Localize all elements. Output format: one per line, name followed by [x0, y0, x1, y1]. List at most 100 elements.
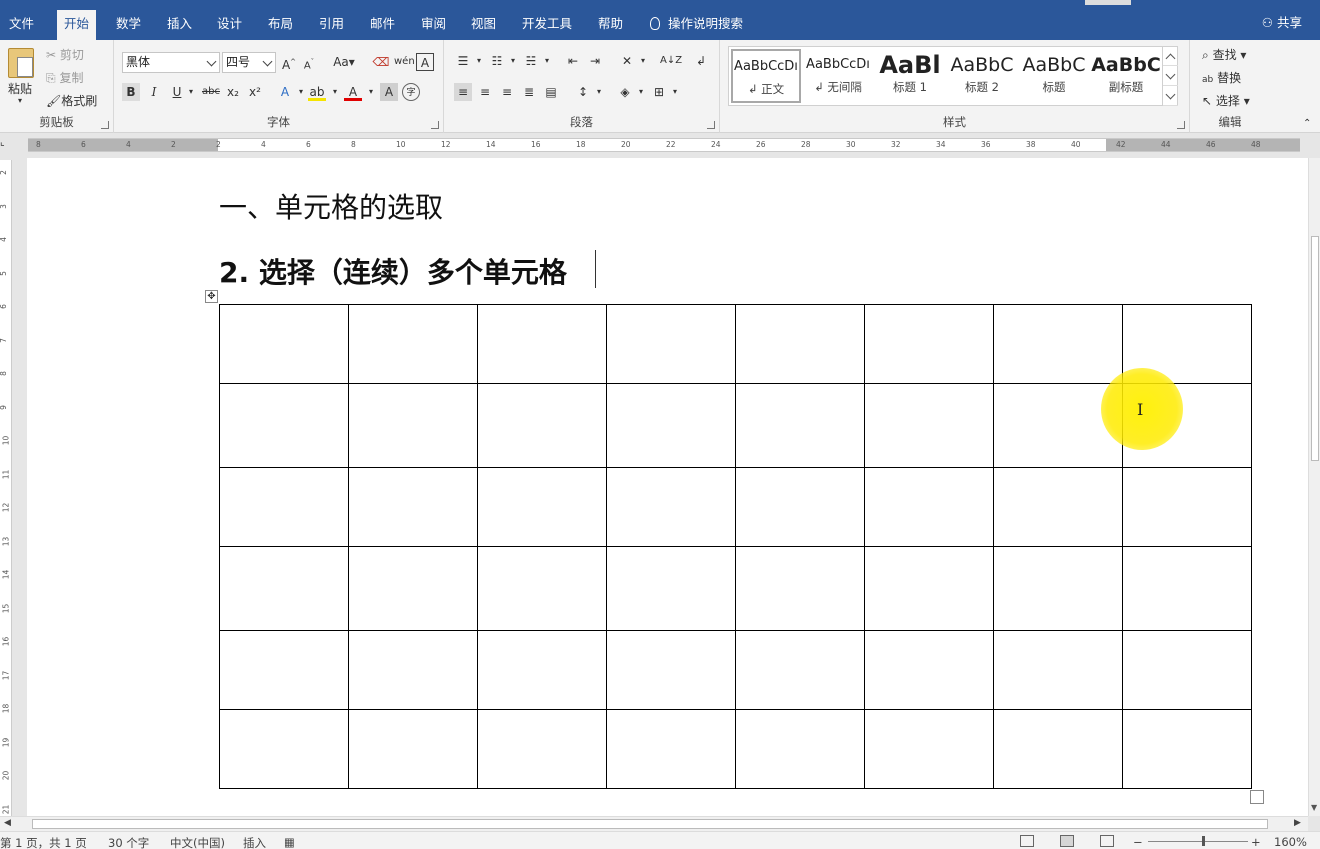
zoom-slider-knob[interactable]: [1202, 836, 1205, 846]
tab-4[interactable]: 设计: [210, 10, 249, 40]
font-launcher-icon[interactable]: [431, 121, 439, 129]
chevron-down-icon[interactable]: ▾: [634, 52, 652, 70]
table-resize-handle[interactable]: [1250, 790, 1264, 804]
phonetic-guide-icon[interactable]: wén: [394, 53, 415, 71]
table-cell[interactable]: [219, 304, 349, 384]
superscript-button[interactable]: x²: [246, 83, 264, 101]
tab-2[interactable]: 数学: [109, 10, 148, 40]
font-size-combo[interactable]: 四号: [222, 52, 276, 73]
table-cell[interactable]: [219, 467, 349, 547]
tab-1[interactable]: 开始: [57, 10, 97, 40]
table-cell[interactable]: [993, 546, 1123, 631]
horizontal-ruler[interactable]: 8 6 4 2 2 4 6 8 10 12 14 16 18 20 22 24 26 28 30 32 34 36 38 40…: [28, 138, 1300, 152]
bold-button[interactable]: B: [122, 83, 140, 101]
clipboard-launcher-icon[interactable]: [101, 121, 109, 129]
align-center-icon[interactable]: ≡: [476, 83, 494, 101]
table-cell[interactable]: [735, 383, 865, 468]
paste-dropdown-icon[interactable]: ▾: [18, 96, 22, 105]
table-cell[interactable]: [477, 467, 607, 547]
table-cell[interactable]: [864, 630, 994, 710]
chevron-down-icon[interactable]: ▾: [666, 83, 684, 101]
table-cell[interactable]: [348, 467, 478, 547]
style-item-0[interactable]: AaBbCcDı ↲ 正文: [731, 49, 801, 103]
table-cell[interactable]: [606, 304, 736, 384]
format-painter-button[interactable]: 🖌格式刷: [46, 92, 97, 109]
tab-9[interactable]: 视图: [464, 10, 503, 40]
table-cell[interactable]: [864, 383, 994, 468]
tab-3[interactable]: 插入: [160, 10, 199, 40]
document-table[interactable]: [219, 304, 1252, 789]
table-cell[interactable]: [219, 546, 349, 631]
chevron-down-icon[interactable]: ▾: [590, 83, 608, 101]
expand-gallery-icon[interactable]: [1163, 86, 1178, 106]
styles-launcher-icon[interactable]: [1177, 121, 1185, 129]
table-cell[interactable]: [606, 467, 736, 547]
table-cell[interactable]: [606, 630, 736, 710]
table-cell[interactable]: [606, 383, 736, 468]
share-button[interactable]: ⚇ 共享: [1262, 12, 1302, 31]
scroll-right-icon[interactable]: ▶: [1294, 818, 1301, 828]
tab-10[interactable]: 开发工具: [515, 10, 579, 40]
character-shading-icon[interactable]: A: [380, 83, 398, 101]
web-layout-icon[interactable]: [1100, 835, 1114, 847]
table-cell[interactable]: [1122, 467, 1252, 547]
table-cell[interactable]: [348, 709, 478, 789]
paste-button[interactable]: 粘贴: [8, 80, 32, 97]
tab-7[interactable]: 邮件: [363, 10, 402, 40]
character-border-icon[interactable]: A: [416, 53, 434, 71]
copy-button[interactable]: ⎘ 复制: [46, 69, 83, 86]
table-cell[interactable]: [864, 467, 994, 547]
tab-selector-icon[interactable]: ⌞: [0, 137, 12, 149]
table-cell[interactable]: [477, 383, 607, 468]
language-indicator[interactable]: 中文(中国): [170, 835, 225, 849]
collapse-ribbon-icon[interactable]: ⌃: [1303, 118, 1311, 129]
horizontal-scroll-thumb[interactable]: [32, 819, 1268, 829]
scroll-down-icon[interactable]: ▼: [1311, 803, 1317, 812]
change-case-button[interactable]: Aa▾: [330, 53, 358, 71]
chevron-down-icon[interactable]: ▾: [504, 52, 522, 70]
insert-mode-indicator[interactable]: 插入: [243, 835, 266, 849]
style-item-4[interactable]: AaBbC 标题: [1019, 49, 1089, 103]
horizontal-scrollbar[interactable]: ◀ ▶: [0, 816, 1308, 831]
decrease-indent-icon[interactable]: ⇤: [564, 52, 582, 70]
align-right-icon[interactable]: ≡: [498, 83, 516, 101]
tell-me-search[interactable]: 操作说明搜索: [650, 13, 743, 32]
style-item-2[interactable]: AaBl 标题 1: [875, 49, 945, 103]
table-cell[interactable]: [219, 709, 349, 789]
table-cell[interactable]: [864, 709, 994, 789]
vertical-scrollbar[interactable]: ▼: [1308, 158, 1320, 816]
table-cell[interactable]: [1122, 630, 1252, 710]
grow-font-icon[interactable]: A^: [280, 53, 298, 72]
table-cell[interactable]: [993, 630, 1123, 710]
eraser-icon[interactable]: ⌫: [372, 53, 390, 71]
table-cell[interactable]: [348, 630, 478, 710]
table-cell[interactable]: [219, 383, 349, 468]
chevron-down-icon[interactable]: ▾: [326, 83, 344, 101]
tab-11[interactable]: 帮助: [591, 10, 630, 40]
increase-indent-icon[interactable]: ⇥: [586, 52, 604, 70]
chevron-up-icon[interactable]: [1163, 46, 1178, 66]
table-cell[interactable]: [735, 709, 865, 789]
table-cell[interactable]: [219, 630, 349, 710]
strikethrough-button[interactable]: abc: [200, 83, 222, 101]
table-cell[interactable]: [735, 630, 865, 710]
macro-record-icon[interactable]: ▦: [284, 835, 295, 849]
replace-button[interactable]: ab 替换: [1202, 69, 1241, 86]
cut-button[interactable]: ✂ 剪切: [46, 46, 84, 63]
table-cell[interactable]: [993, 709, 1123, 789]
table-cell[interactable]: [477, 630, 607, 710]
select-button[interactable]: ↖ 选择 ▾: [1202, 92, 1250, 109]
table-cell[interactable]: [735, 304, 865, 384]
chevron-down-icon[interactable]: ▾: [182, 83, 200, 101]
tab-5[interactable]: 布局: [261, 10, 300, 40]
table-cell[interactable]: [735, 546, 865, 631]
zoom-out-icon[interactable]: −: [1133, 835, 1143, 849]
font-name-combo[interactable]: 黑体: [122, 52, 220, 73]
paste-icon[interactable]: [8, 48, 34, 78]
distributed-icon[interactable]: ▤: [542, 83, 560, 101]
italic-button[interactable]: I: [145, 83, 163, 101]
table-cell[interactable]: [477, 709, 607, 789]
style-item-3[interactable]: AaBbC 标题 2: [947, 49, 1017, 103]
chevron-down-icon[interactable]: [1163, 66, 1178, 86]
chevron-down-icon[interactable]: ▾: [538, 52, 556, 70]
